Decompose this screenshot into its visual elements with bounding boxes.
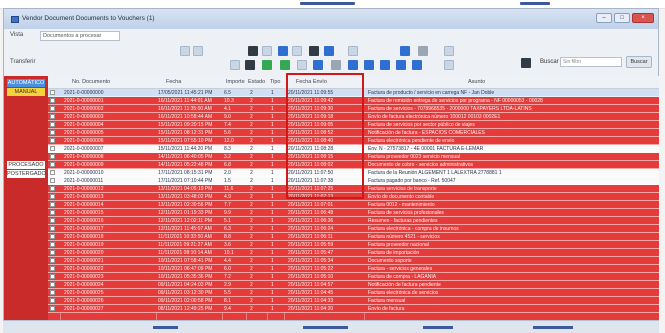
app-icon — [11, 16, 19, 23]
maximize-button[interactable]: □ — [614, 13, 630, 23]
approve-icon[interactable] — [262, 60, 272, 70]
row-checkbox[interactable] — [50, 210, 55, 215]
status-tag-processed[interactable]: PROCESADO — [7, 161, 45, 169]
row-checkbox[interactable] — [50, 306, 55, 311]
table-icon[interactable] — [348, 46, 358, 56]
status-tag-manual[interactable]: MANUAL — [7, 88, 45, 96]
minimize-button[interactable]: – — [596, 13, 612, 23]
view-select[interactable]: Documentos a procesar — [40, 31, 120, 41]
grid-header: No. Documento Fecha Importe Estado Tipo … — [48, 76, 659, 89]
row-checkbox[interactable] — [50, 122, 55, 127]
upload-icon[interactable] — [309, 46, 319, 56]
grid-icon[interactable] — [521, 58, 531, 68]
settings-icon[interactable] — [292, 46, 302, 56]
money-icon[interactable] — [280, 60, 290, 70]
row-checkbox[interactable] — [50, 242, 55, 247]
report-icon[interactable] — [313, 60, 323, 70]
taskbar — [3, 320, 659, 333]
row-checkbox[interactable] — [50, 186, 55, 191]
send-icon[interactable] — [412, 60, 422, 70]
transfer-label: Transferir — [10, 59, 36, 65]
row-checkbox[interactable] — [50, 162, 55, 167]
split-icon[interactable] — [348, 60, 358, 70]
row-checkbox[interactable] — [50, 218, 55, 223]
row-checkbox[interactable] — [50, 90, 55, 95]
row-checkbox[interactable] — [50, 282, 55, 287]
row-checkbox[interactable] — [50, 298, 55, 303]
column-header-subject[interactable]: Asunto — [468, 79, 485, 85]
document-icon[interactable] — [380, 60, 390, 70]
flag-icon[interactable] — [418, 46, 428, 56]
column-header-amount[interactable]: Importe — [226, 79, 245, 85]
row-checkbox[interactable] — [50, 202, 55, 207]
column-header-document[interactable]: No. Documento — [72, 79, 110, 85]
row-checkbox[interactable] — [50, 106, 55, 111]
status-tag-postponed[interactable]: POSTERGADO — [7, 170, 46, 178]
close-button[interactable]: × — [632, 13, 654, 23]
toolbar: Transferir Buscar Sin filtro Buscar — [4, 42, 658, 77]
row-checkbox[interactable] — [50, 226, 55, 231]
calendar-icon[interactable] — [444, 60, 454, 70]
column-header-date[interactable]: Fecha — [166, 79, 181, 85]
window-title: Vendor Document Documents to Vouchers (1… — [22, 15, 155, 22]
status-tag-auto[interactable]: AUTOMÁTICO — [7, 79, 45, 87]
row-checkbox[interactable] — [50, 146, 55, 151]
status-panel: AUTOMÁTICO MANUAL PROCESADO POSTERGADO — [4, 76, 48, 321]
row-checkbox[interactable] — [50, 274, 55, 279]
view-label: Vista — [10, 32, 24, 38]
search-button[interactable]: Buscar — [626, 56, 652, 68]
row-checkbox[interactable] — [50, 130, 55, 135]
merge-icon[interactable] — [364, 60, 374, 70]
row-checkbox[interactable] — [50, 138, 55, 143]
column-header-sent[interactable]: Fecha Envío — [296, 79, 327, 85]
row-checkbox[interactable] — [50, 170, 55, 175]
search-label: Buscar — [540, 59, 559, 65]
row-checkbox[interactable] — [50, 194, 55, 199]
history-icon[interactable] — [331, 60, 341, 70]
title-bar: Vendor Document Documents to Vouchers (1… — [4, 9, 658, 29]
row-checkbox[interactable] — [50, 258, 55, 263]
filter-row: Vista Documentos a procesar — [4, 29, 658, 42]
column-header-type[interactable]: Tipo — [270, 79, 281, 85]
attachment-icon[interactable] — [297, 60, 307, 70]
print-icon[interactable] — [193, 46, 203, 56]
export-icon[interactable] — [262, 46, 272, 56]
row-checkbox[interactable] — [50, 266, 55, 271]
row-checkbox[interactable] — [50, 250, 55, 255]
search-input[interactable]: Sin filtro — [560, 57, 622, 67]
row-checkbox[interactable] — [50, 114, 55, 119]
row-checkbox[interactable] — [50, 234, 55, 239]
refresh-icon[interactable] — [180, 46, 190, 56]
screen: Vendor Document Documents to Vouchers (1… — [0, 0, 665, 333]
lock-icon[interactable] — [230, 60, 240, 70]
row-checkbox[interactable] — [50, 98, 55, 103]
chart-icon[interactable] — [278, 46, 288, 56]
column-header-status[interactable]: Estado — [248, 79, 265, 85]
documents-grid: No. Documento Fecha Importe Estado Tipo … — [48, 76, 659, 321]
mail-icon[interactable] — [444, 46, 454, 56]
bar-chart-icon[interactable] — [324, 46, 334, 56]
row-checkbox[interactable] — [50, 178, 55, 183]
bookmark-icon[interactable] — [400, 46, 410, 56]
main-window: Vendor Document Documents to Vouchers (1… — [3, 8, 659, 321]
row-checkbox[interactable] — [50, 154, 55, 159]
check-icon[interactable] — [245, 60, 255, 70]
archive-icon[interactable] — [396, 60, 406, 70]
filter-icon[interactable] — [248, 46, 258, 56]
row-checkbox[interactable] — [50, 290, 55, 295]
